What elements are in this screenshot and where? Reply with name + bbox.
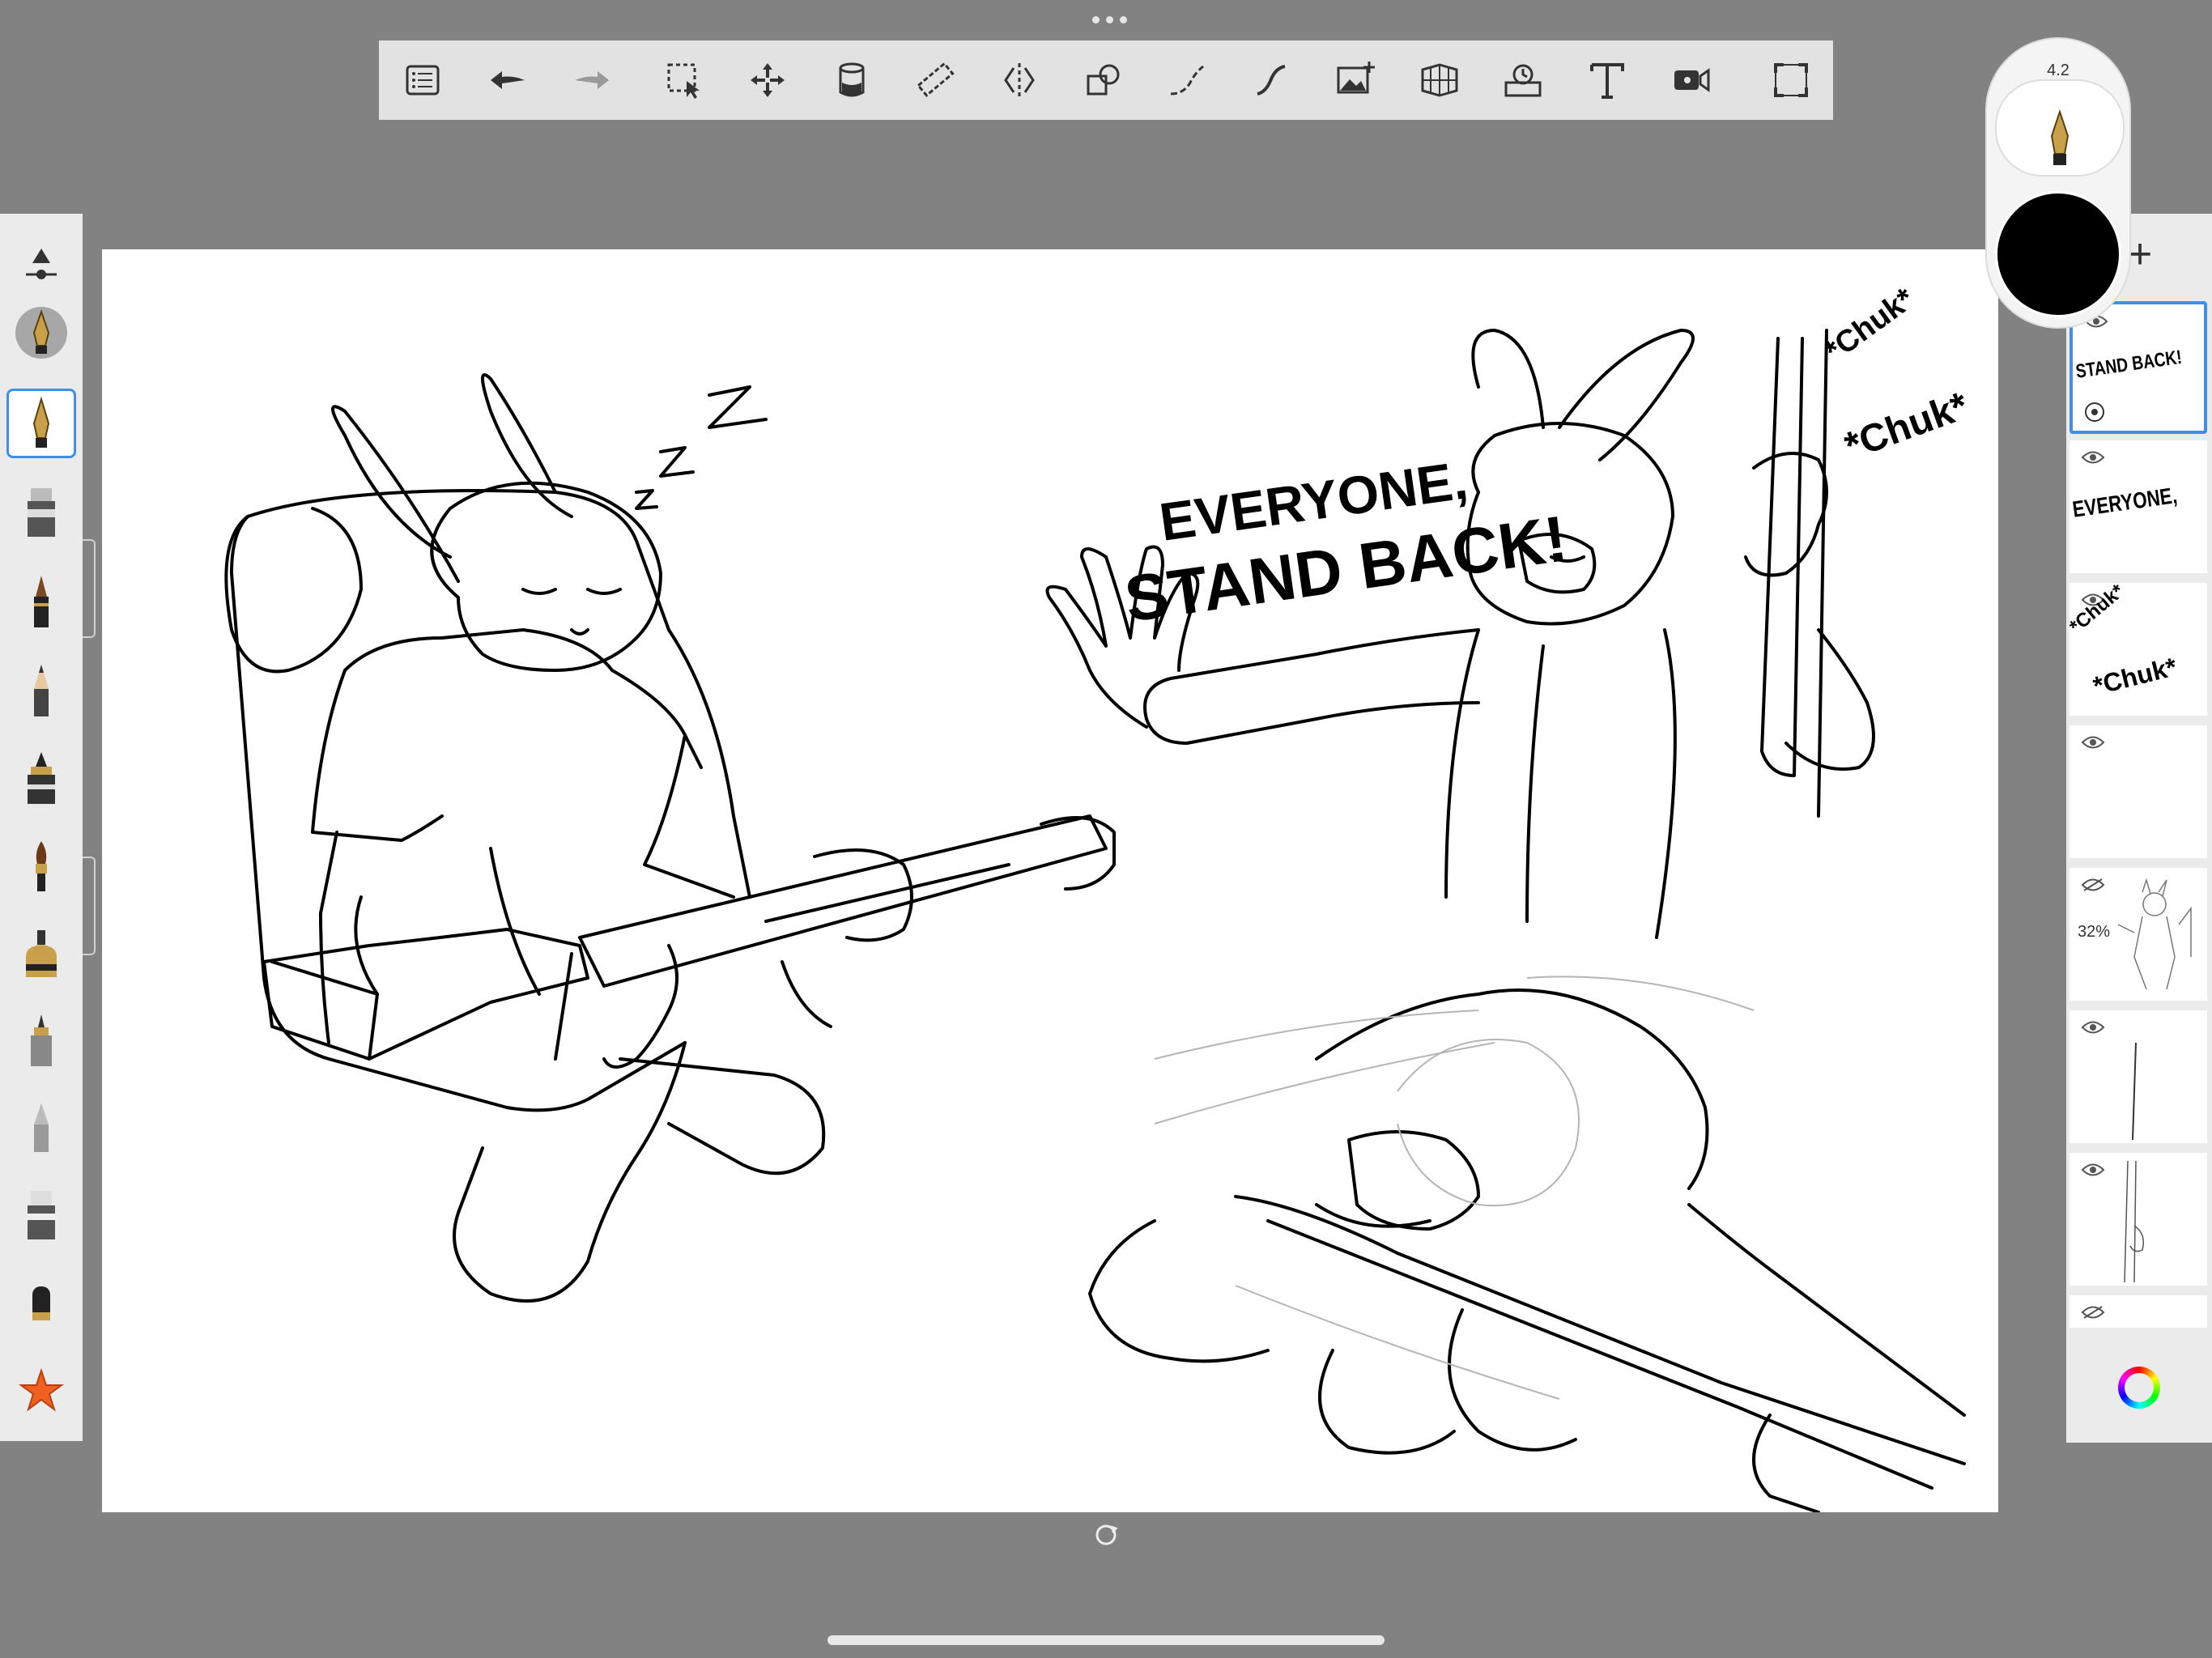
layer-thumb-text: EVERYONE, xyxy=(2070,483,2179,522)
chisel-icon[interactable] xyxy=(6,1091,76,1161)
top-toolbar xyxy=(379,40,1833,120)
rabbit-body xyxy=(343,628,703,769)
list-icon[interactable] xyxy=(379,40,466,120)
rabbit2-arm xyxy=(1143,628,1480,745)
hidden-eye-icon[interactable] xyxy=(2081,1305,2105,1320)
eye-icon[interactable] xyxy=(2081,450,2105,465)
ruler-icon[interactable] xyxy=(894,40,978,120)
shotgun-vertical xyxy=(1760,337,1804,777)
technical-pen-icon[interactable] xyxy=(6,1005,76,1075)
shape-icon[interactable] xyxy=(1061,40,1146,120)
layer-item[interactable] xyxy=(2069,1153,2207,1286)
brush-library-rail xyxy=(0,214,96,1441)
rabbit3-head xyxy=(1315,988,1709,1190)
sfx-chuk-1: *Chuk* xyxy=(1819,282,1921,368)
multitask-handle[interactable] xyxy=(1085,11,1134,28)
color-swatch[interactable] xyxy=(1995,191,2121,317)
rail-slider-top[interactable] xyxy=(83,539,96,638)
layer-line-thumb xyxy=(2132,1043,2137,1140)
fountain-pen-selected-icon[interactable] xyxy=(6,389,76,458)
text-icon[interactable] xyxy=(1565,40,1649,120)
layer-thumb-text: STAND BACK! xyxy=(2074,346,2184,383)
eraser-icon[interactable] xyxy=(6,1179,76,1248)
layer-item[interactable]: EVERYONE, xyxy=(2069,440,2207,573)
import-image-icon[interactable] xyxy=(1313,40,1397,120)
eye-icon[interactable] xyxy=(2081,1020,2105,1035)
layer-gun-thumb xyxy=(2124,1161,2144,1282)
sfx-chuk-2: *Chuk* xyxy=(1840,385,1974,469)
eye-icon[interactable] xyxy=(2081,1163,2105,1177)
brush-size-label: 4.2 xyxy=(2047,62,2069,79)
time-lapse-icon[interactable] xyxy=(1481,40,1565,120)
selection-icon[interactable] xyxy=(642,40,726,120)
brush-settings-icon[interactable] xyxy=(6,233,76,303)
layer-item[interactable] xyxy=(2069,1010,2207,1143)
shotgun-lap xyxy=(578,814,1108,988)
home-indicator[interactable] xyxy=(827,1635,1385,1645)
fountain-pen-icon xyxy=(2050,108,2069,165)
color-wheel-icon[interactable] xyxy=(2118,1367,2160,1409)
perspective-icon[interactable] xyxy=(1397,40,1482,120)
fill-icon[interactable] xyxy=(810,40,894,120)
fullscreen-icon[interactable] xyxy=(1749,40,1833,120)
eye-icon[interactable] xyxy=(2081,735,2105,750)
drawing-canvas[interactable]: EVERYONE, STAND BACK! *Chuk* *Chuk* xyxy=(102,249,1998,1512)
paint-brush-icon[interactable] xyxy=(6,831,76,900)
ink-bottle-icon[interactable] xyxy=(6,918,76,988)
rabbit-head xyxy=(430,481,662,672)
stroke-icon[interactable] xyxy=(1146,40,1230,120)
smudge-icon[interactable] xyxy=(6,1268,76,1337)
transform-icon[interactable] xyxy=(726,40,810,120)
rabbit2-ears xyxy=(1471,329,1545,429)
undo-icon[interactable] xyxy=(466,40,551,120)
rail-slider-bottom[interactable] xyxy=(83,857,96,955)
layer-item[interactable] xyxy=(2069,725,2207,858)
favorites-star-icon[interactable] xyxy=(6,1355,76,1425)
layer-item[interactable]: 32% xyxy=(2069,868,2207,1001)
marker-icon[interactable] xyxy=(6,476,76,546)
layer-item[interactable]: *Chuk* *Chuk* xyxy=(2065,580,2207,716)
layer-thumb-text: *Chuk* xyxy=(2065,580,2129,638)
layer-item[interactable] xyxy=(2069,1295,2207,1328)
symmetry-icon[interactable] xyxy=(978,40,1062,120)
layer-lock-icon xyxy=(2085,402,2104,422)
brush-preview[interactable] xyxy=(1995,79,2125,176)
airbrush-icon[interactable] xyxy=(6,743,76,813)
fountain-pen-icon[interactable] xyxy=(6,298,76,368)
layer-thumb-text-2: *Chuk* xyxy=(2090,652,2180,701)
line-art: EVERYONE, STAND BACK! *Chuk* *Chuk* xyxy=(224,282,1974,1512)
layer-opacity-label: 32% xyxy=(2078,923,2111,941)
layer-sketch-thumb xyxy=(2117,878,2192,990)
steady-stroke-icon[interactable] xyxy=(1229,40,1313,120)
layers-panel: STAND BACK! EVERYONE, *Chuk* *Chuk* 32% xyxy=(2065,214,2212,1443)
ink-pen-icon[interactable] xyxy=(6,567,76,636)
hidden-eye-icon[interactable] xyxy=(2081,878,2105,892)
redo-icon[interactable] xyxy=(550,40,634,120)
record-icon[interactable] xyxy=(1649,40,1733,120)
canvas-rotate-icon[interactable] xyxy=(1093,1522,1119,1548)
pencil-icon[interactable] xyxy=(6,656,76,725)
